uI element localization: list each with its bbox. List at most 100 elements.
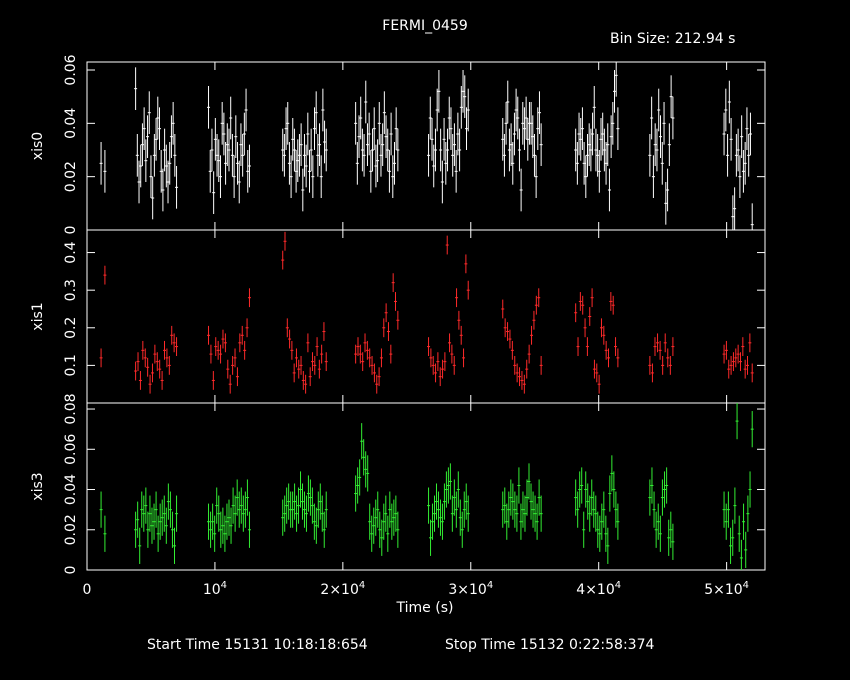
data-point <box>146 357 150 377</box>
data-point <box>527 344 531 364</box>
data-point <box>596 134 600 177</box>
data-point <box>450 344 454 364</box>
data-point <box>510 340 514 360</box>
data-point <box>213 118 217 161</box>
data-point <box>724 503 728 540</box>
data-point <box>444 142 448 185</box>
data-point <box>367 112 371 156</box>
data-point <box>103 515 107 552</box>
data-point <box>743 142 747 185</box>
data-point <box>318 123 322 166</box>
data-point <box>454 150 458 193</box>
data-point <box>374 499 378 536</box>
data-point <box>505 503 509 540</box>
data-point <box>512 112 516 156</box>
data-point <box>387 150 391 193</box>
data-point <box>444 471 448 508</box>
data-point <box>388 491 392 528</box>
data-point <box>460 511 464 548</box>
data-point <box>134 67 138 110</box>
data-point <box>580 467 584 504</box>
data-point <box>430 118 434 161</box>
data-point <box>313 355 317 375</box>
data-point <box>577 112 581 156</box>
data-point <box>316 134 320 177</box>
data-point <box>301 371 305 390</box>
data-point <box>604 515 608 552</box>
data-point <box>377 102 381 145</box>
data-point <box>650 467 654 504</box>
data-point <box>365 340 369 360</box>
data-point <box>506 322 510 341</box>
data-point <box>364 80 368 124</box>
data-point <box>310 352 314 372</box>
data-point <box>609 292 613 311</box>
data-point <box>310 487 314 524</box>
data-point <box>160 371 164 390</box>
data-point <box>600 503 604 540</box>
data-point <box>509 123 513 166</box>
data-point <box>140 123 144 166</box>
data-point <box>515 363 519 383</box>
data-point <box>370 515 374 552</box>
data-point <box>284 107 288 150</box>
data-point <box>613 70 617 113</box>
y-tick-label: 0.02 <box>63 161 79 192</box>
data-point <box>429 519 433 556</box>
data-point <box>458 128 462 172</box>
data-point <box>585 337 589 356</box>
data-point <box>148 495 152 532</box>
data-point <box>294 348 298 368</box>
data-point <box>661 355 665 375</box>
data-point <box>726 491 730 528</box>
panel-frame <box>86 61 766 231</box>
data-point <box>368 348 372 368</box>
data-point <box>239 487 243 524</box>
start-time-label: Start Time 15131 10:18:18:654 <box>147 637 368 653</box>
data-point <box>612 471 616 508</box>
data-point <box>464 254 468 274</box>
data-point <box>99 348 103 368</box>
data-point <box>590 479 594 516</box>
data-point <box>297 134 301 177</box>
data-point <box>362 134 366 177</box>
data-point <box>297 487 301 524</box>
data-point <box>591 112 595 156</box>
data-point <box>296 139 300 182</box>
data-point <box>154 491 158 528</box>
data-point <box>511 142 515 185</box>
data-point <box>379 348 383 368</box>
data-point <box>159 150 163 193</box>
data-point <box>607 348 611 368</box>
data-point <box>737 515 741 552</box>
data-point <box>287 483 291 520</box>
data-point <box>662 102 666 145</box>
data-point <box>537 479 541 516</box>
data-point <box>212 171 216 214</box>
data-point <box>304 144 308 188</box>
data-point <box>378 511 382 548</box>
data-point <box>602 491 606 528</box>
data-point <box>614 491 618 528</box>
data-point <box>731 352 735 372</box>
data-point <box>321 88 325 132</box>
data-point <box>158 503 162 540</box>
data-point <box>533 495 537 532</box>
data-point <box>671 523 675 560</box>
data-point <box>724 88 728 132</box>
data-point <box>369 150 373 193</box>
panel-frame <box>86 229 766 404</box>
data-point <box>245 318 249 338</box>
data-point <box>168 491 172 528</box>
y-tick-label: 0.04 <box>63 108 79 139</box>
data-point <box>650 96 654 140</box>
data-point <box>585 134 589 177</box>
data-point <box>660 142 664 185</box>
data-point <box>722 112 726 156</box>
data-point <box>602 128 606 172</box>
data-point <box>285 487 289 524</box>
data-point <box>501 491 505 528</box>
data-point <box>532 134 536 177</box>
data-point <box>456 471 460 508</box>
x-axis-label: Time (s) <box>396 600 454 616</box>
